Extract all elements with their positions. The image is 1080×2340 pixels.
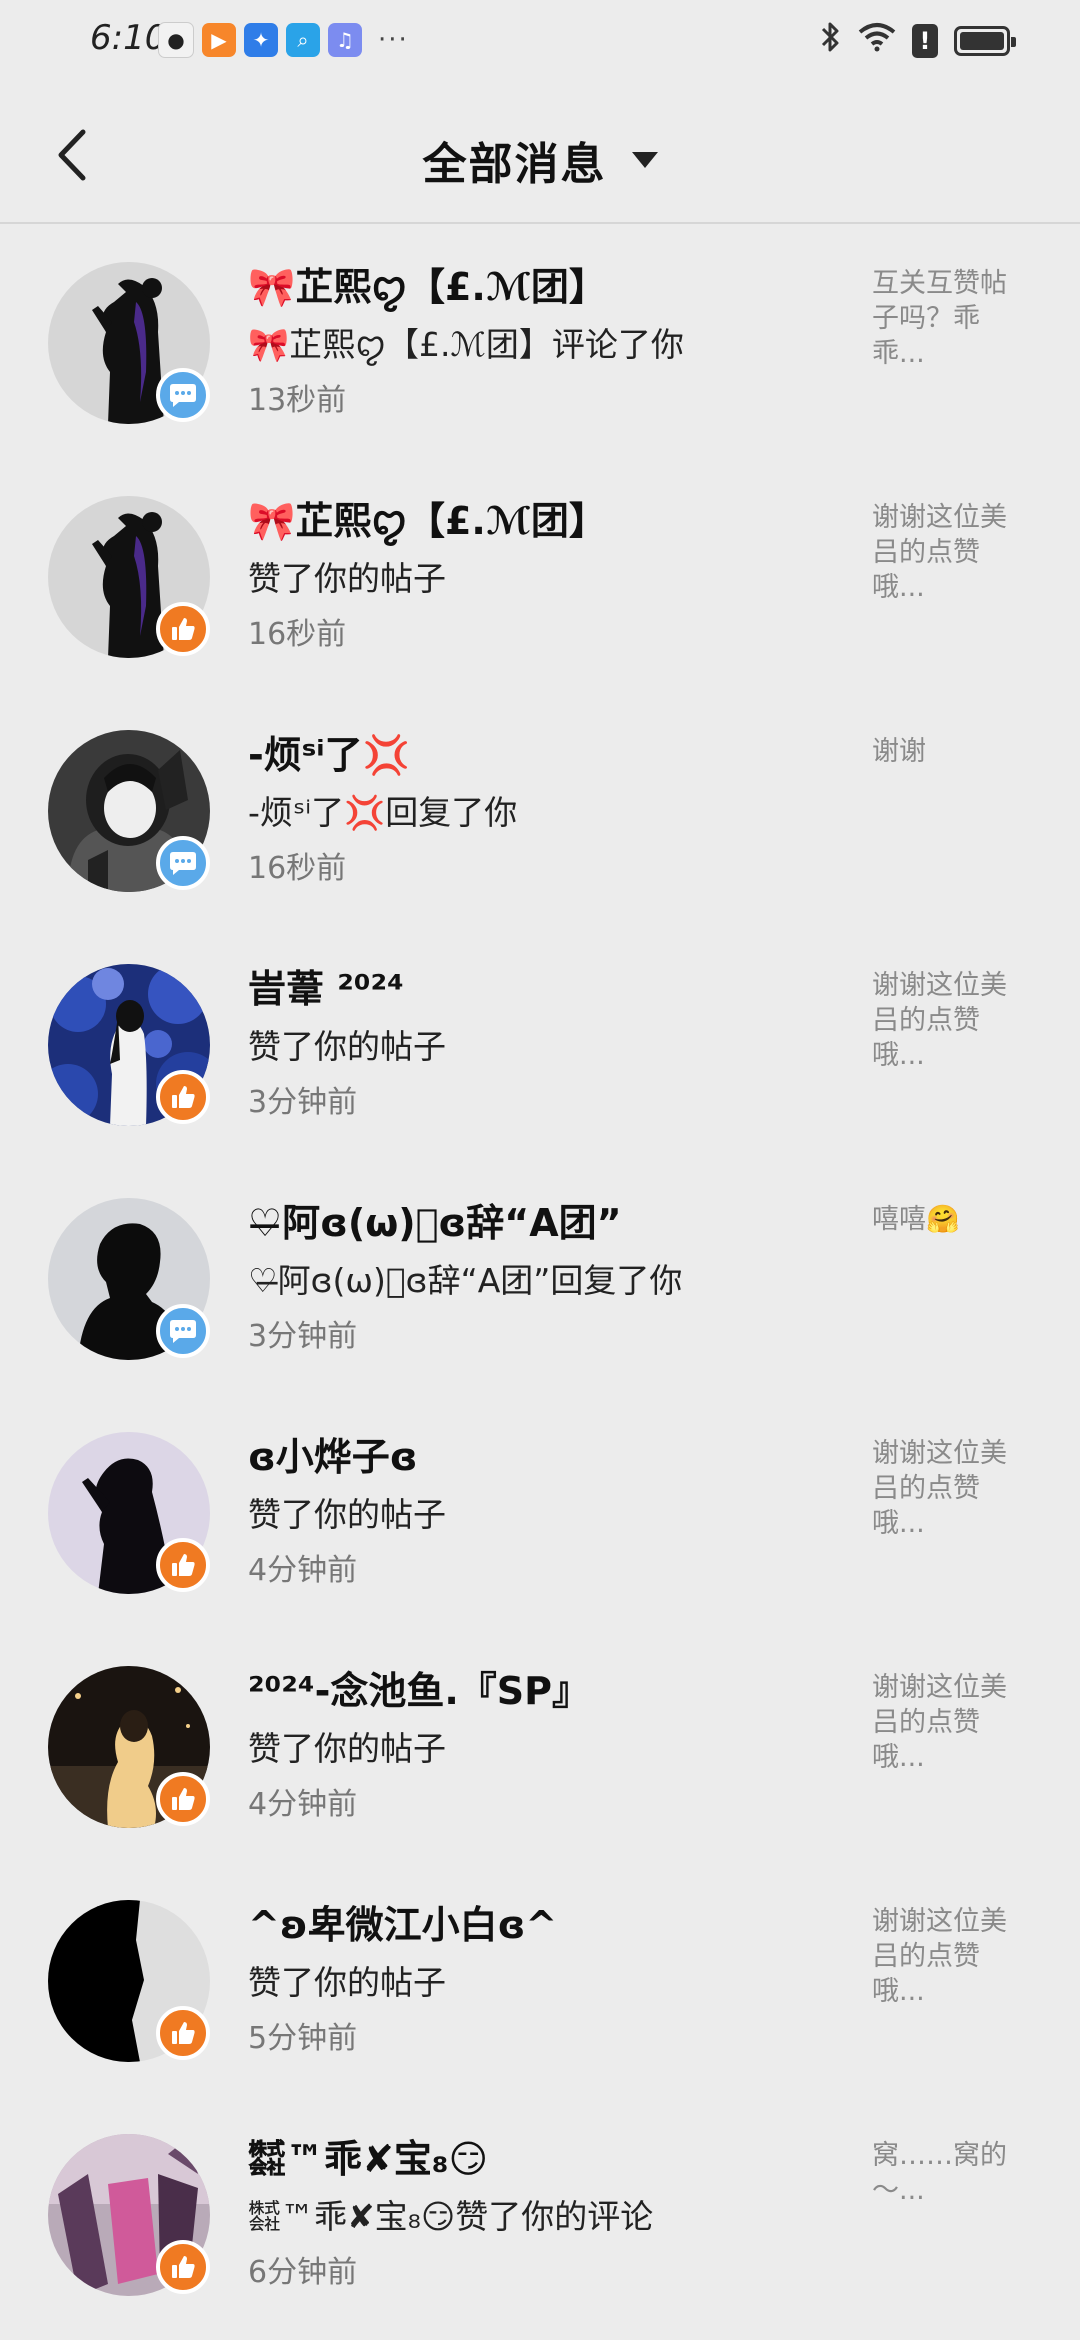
- message-preview[interactable]: 谢谢: [872, 734, 1032, 769]
- message-action: 🎀芷熙ꨄ【£.ℳ团】评论了你: [248, 325, 684, 364]
- sender-name[interactable]: ♡̶阿ɞ(ω)⃝ɞ辞“A团”: [248, 1196, 848, 1250]
- message-item[interactable]: 🎀芷熙ꨄ【£.ℳ团】 赞了你的帖子 16秒前 谢谢这位美吕的点赞哦...: [0, 464, 1080, 698]
- sender-name[interactable]: 🎀芷熙ꨄ【£.ℳ团】: [248, 494, 848, 548]
- message-preview[interactable]: 嘻嘻🤗: [872, 1202, 1032, 1237]
- message-text: ɞ小烨子ɞ 赞了你的帖子 4分钟前: [248, 1430, 848, 1596]
- message-text: ㍿™乖✘宝₈😏 ㍿™乖✘宝₈😏赞了你的评论 6分钟前: [248, 2132, 848, 2298]
- battery-tip: [1011, 37, 1016, 47]
- battery-icon: [954, 26, 1016, 56]
- message-text: -烦ˢⁱ了💢 -烦ˢⁱ了💢回复了你 16秒前: [248, 728, 848, 894]
- thumbs-up-badge-icon: [156, 1070, 210, 1124]
- app-icon-2: ▶: [202, 23, 236, 57]
- message-item[interactable]: ɞ小烨子ɞ 赞了你的帖子 4分钟前 谢谢这位美吕的点赞哦...: [0, 1400, 1080, 1634]
- caret-down-icon[interactable]: [631, 152, 658, 168]
- message-action: 赞了你的帖子: [248, 1729, 446, 1768]
- thumbs-up-badge-icon: [156, 2006, 210, 2060]
- message-action: ♡̶阿ɞ(ω)⃝ɞ辞“A团”回复了你: [248, 1261, 683, 1300]
- message-time: 16秒前: [248, 851, 347, 886]
- comment-badge-icon: [156, 836, 210, 890]
- thumbs-up-badge-icon: [156, 2240, 210, 2294]
- message-list: 🎀芷熙ꨄ【£.ℳ团】 🎀芷熙ꨄ【£.ℳ团】评论了你 13秒前 互关互赞帖子吗？乖…: [0, 230, 1080, 2336]
- wifi-icon: [858, 22, 896, 60]
- message-item[interactable]: -烦ˢⁱ了💢 -烦ˢⁱ了💢回复了你 16秒前 谢谢: [0, 698, 1080, 932]
- app-icon-1: ●: [158, 22, 194, 58]
- message-item[interactable]: 旹葦 ²⁰²⁴ 赞了你的帖子 3分钟前 谢谢这位美吕的点赞哦...: [0, 932, 1080, 1166]
- message-time: 4分钟前: [248, 1553, 358, 1588]
- message-time: 3分钟前: [248, 1319, 358, 1354]
- app-icon-3: ✦: [244, 23, 278, 57]
- message-action: 赞了你的帖子: [248, 1963, 446, 2002]
- message-item[interactable]: ²⁰²⁴-念池鱼.『SP』 赞了你的帖子 4分钟前 谢谢这位美吕的点赞哦...: [0, 1634, 1080, 1868]
- message-preview[interactable]: 谢谢这位美吕的点赞哦...: [872, 1670, 1032, 1775]
- message-action: -烦ˢⁱ了💢回复了你: [248, 793, 518, 832]
- message-time: 6分钟前: [248, 2255, 358, 2290]
- app-icon-5: ♫: [328, 23, 362, 57]
- message-item[interactable]: 🎀芷熙ꨄ【£.ℳ团】 🎀芷熙ꨄ【£.ℳ团】评论了你 13秒前 互关互赞帖子吗？乖…: [0, 230, 1080, 464]
- app-icon-4: ⌕: [286, 23, 320, 57]
- thumbs-up-badge-icon: [156, 1772, 210, 1826]
- message-item[interactable]: ^ʚ卑微江小白ɞ^ 赞了你的帖子 5分钟前 谢谢这位美吕的点赞哦...: [0, 1868, 1080, 2102]
- message-time: 16秒前: [248, 617, 347, 652]
- alert-icon: !: [912, 24, 938, 58]
- message-preview[interactable]: 窝……窝的～...: [872, 2138, 1032, 2208]
- message-preview[interactable]: 谢谢这位美吕的点赞哦...: [872, 1436, 1032, 1541]
- message-preview[interactable]: 谢谢这位美吕的点赞哦...: [872, 1904, 1032, 2009]
- header: 全部消息: [0, 80, 1080, 224]
- sender-name[interactable]: -烦ˢⁱ了💢: [248, 728, 848, 782]
- status-time: 6:10: [90, 18, 167, 58]
- message-action: ㍿™乖✘宝₈😏赞了你的评论: [248, 2197, 654, 2236]
- message-text: ♡̶阿ɞ(ω)⃝ɞ辞“A团” ♡̶阿ɞ(ω)⃝ɞ辞“A团”回复了你 3分钟前: [248, 1196, 848, 1362]
- message-preview[interactable]: 互关互赞帖子吗？乖乖...: [872, 266, 1032, 371]
- battery-fill: [960, 32, 1004, 50]
- header-title-dropdown[interactable]: 全部消息: [0, 128, 1080, 192]
- message-time: 5分钟前: [248, 2021, 358, 2056]
- sender-name[interactable]: 旹葦 ²⁰²⁴: [248, 962, 848, 1016]
- message-action: 赞了你的帖子: [248, 1495, 446, 1534]
- message-action: 赞了你的帖子: [248, 559, 446, 598]
- message-text: 🎀芷熙ꨄ【£.ℳ团】 🎀芷熙ꨄ【£.ℳ团】评论了你 13秒前: [248, 260, 848, 426]
- thumbs-up-badge-icon: [156, 1538, 210, 1592]
- message-action: 赞了你的帖子: [248, 1027, 446, 1066]
- message-time: 4分钟前: [248, 1787, 358, 1822]
- sender-name[interactable]: ^ʚ卑微江小白ɞ^: [248, 1898, 848, 1952]
- message-item[interactable]: ♡̶阿ɞ(ω)⃝ɞ辞“A团” ♡̶阿ɞ(ω)⃝ɞ辞“A团”回复了你 3分钟前 嘻…: [0, 1166, 1080, 1400]
- status-bar: 6:10 ● ▶ ✦ ⌕ ♫ ··· !: [0, 0, 1080, 80]
- bluetooth-icon: [820, 20, 842, 62]
- status-right: !: [820, 20, 1016, 62]
- message-text: 旹葦 ²⁰²⁴ 赞了你的帖子 3分钟前: [248, 962, 848, 1128]
- thumbs-up-badge-icon: [156, 602, 210, 656]
- message-text: ²⁰²⁴-念池鱼.『SP』 赞了你的帖子 4分钟前: [248, 1664, 848, 1830]
- message-item[interactable]: ㍿™乖✘宝₈😏 ㍿™乖✘宝₈😏赞了你的评论 6分钟前 窝……窝的～...: [0, 2102, 1080, 2336]
- message-time: 13秒前: [248, 383, 347, 418]
- sender-name[interactable]: ²⁰²⁴-念池鱼.『SP』: [248, 1664, 848, 1718]
- page-title[interactable]: 全部消息: [422, 128, 606, 192]
- status-app-icons: ● ▶ ✦ ⌕ ♫ ···: [158, 22, 409, 58]
- message-text: 🎀芷熙ꨄ【£.ℳ团】 赞了你的帖子 16秒前: [248, 494, 848, 660]
- sender-name[interactable]: ɞ小烨子ɞ: [248, 1430, 848, 1484]
- more-notifications-icon: ···: [378, 25, 409, 55]
- message-time: 3分钟前: [248, 1085, 358, 1120]
- sender-name[interactable]: 🎀芷熙ꨄ【£.ℳ团】: [248, 260, 848, 314]
- comment-badge-icon: [156, 1304, 210, 1358]
- message-preview[interactable]: 谢谢这位美吕的点赞哦...: [872, 968, 1032, 1073]
- comment-badge-icon: [156, 368, 210, 422]
- sender-name[interactable]: ㍿™乖✘宝₈😏: [248, 2132, 848, 2186]
- message-preview[interactable]: 谢谢这位美吕的点赞哦...: [872, 500, 1032, 605]
- message-text: ^ʚ卑微江小白ɞ^ 赞了你的帖子 5分钟前: [248, 1898, 848, 2064]
